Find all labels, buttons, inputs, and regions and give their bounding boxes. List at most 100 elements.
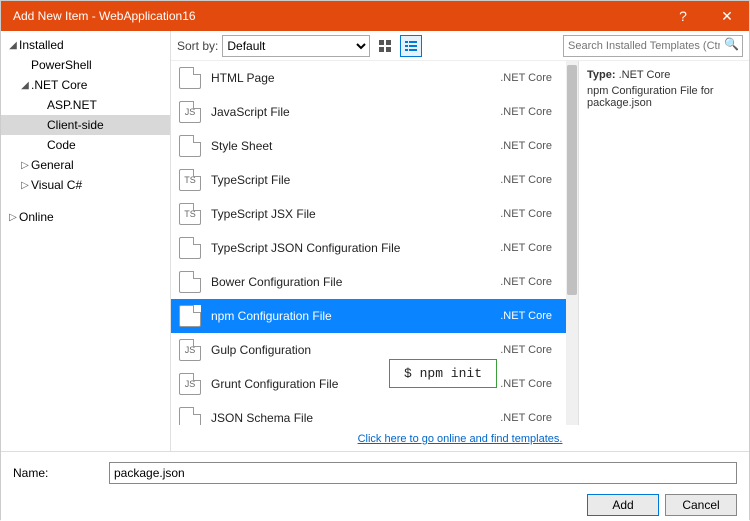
tree-node-label: ASP.NET	[47, 98, 97, 112]
file-icon: TS	[179, 203, 201, 225]
template-label: JavaScript File	[211, 105, 468, 119]
file-icon: TS	[179, 169, 201, 191]
tree-node-label: .NET Core	[31, 78, 87, 92]
tree-node-client-side[interactable]: Client-side	[1, 115, 170, 135]
tiles-icon	[378, 39, 392, 53]
chevron-down-icon[interactable]: ◢	[7, 40, 19, 51]
template-row[interactable]: JS Gulp Configuration.NET Core	[171, 333, 566, 367]
template-row[interactable]: HTML Page.NET Core	[171, 61, 566, 95]
name-input[interactable]	[109, 462, 737, 484]
tree-node-powershell[interactable]: PowerShell	[1, 55, 170, 75]
file-icon	[179, 305, 201, 327]
content-area: HTML Page.NET CoreJSJavaScript File.NET …	[171, 61, 749, 425]
template-category: .NET Core	[468, 106, 558, 118]
cancel-button[interactable]: Cancel	[665, 494, 737, 516]
close-button[interactable]: ✕	[705, 1, 749, 31]
template-label: TypeScript File	[211, 173, 468, 187]
window-title: Add New Item - WebApplication16	[13, 9, 661, 23]
template-category: .NET Core	[468, 242, 558, 254]
detail-type-line: Type: .NET Core	[587, 69, 741, 81]
scrollbar[interactable]	[566, 61, 578, 425]
chevron-right-icon[interactable]: ▷	[19, 160, 31, 171]
template-category: .NET Core	[468, 310, 558, 322]
tree-node-general[interactable]: ▷General	[1, 155, 170, 175]
template-category: .NET Core	[468, 344, 558, 356]
template-category: .NET Core	[468, 174, 558, 186]
list-icon	[404, 39, 418, 53]
hint-tooltip: $ npm init	[389, 359, 497, 388]
template-label: npm Configuration File	[211, 309, 468, 323]
template-category: .NET Core	[468, 276, 558, 288]
template-row[interactable]: npm Configuration File.NET Core	[171, 299, 566, 333]
main-area: ◢InstalledPowerShell◢.NET CoreASP.NETCli…	[1, 31, 749, 451]
online-templates-link[interactable]: Click here to go online and find templat…	[358, 433, 563, 445]
detail-description: npm Configuration File for package.json	[587, 85, 741, 109]
help-button[interactable]: ?	[661, 1, 705, 31]
add-button[interactable]: Add	[587, 494, 659, 516]
template-category: .NET Core	[468, 72, 558, 84]
center-pane: Sort by: Default 🔍 HTML Page.NET CoreJSJ…	[171, 31, 749, 451]
template-row[interactable]: Bower Configuration File.NET Core	[171, 265, 566, 299]
template-label: Bower Configuration File	[211, 275, 468, 289]
template-label: Gulp Configuration	[211, 343, 468, 357]
online-link-bar: Click here to go online and find templat…	[171, 425, 749, 451]
tree-node-online[interactable]: ▷Online	[1, 207, 170, 227]
name-label: Name:	[13, 466, 109, 480]
template-label: TypeScript JSON Configuration File	[211, 241, 468, 255]
template-category: .NET Core	[468, 140, 558, 152]
template-row[interactable]: JS JavaScript File.NET Core	[171, 95, 566, 129]
search-wrap: 🔍	[563, 35, 743, 57]
file-icon: JS	[179, 373, 201, 395]
tree-node-label: General	[31, 158, 74, 172]
file-icon: JS	[179, 101, 201, 123]
tree-node-asp-net[interactable]: ASP.NET	[1, 95, 170, 115]
template-row[interactable]: TS TypeScript File.NET Core	[171, 163, 566, 197]
tree-node--net-core[interactable]: ◢.NET Core	[1, 75, 170, 95]
name-row: Name:	[13, 462, 737, 484]
scrollbar-thumb[interactable]	[567, 65, 577, 295]
file-icon	[179, 237, 201, 259]
detail-pane: Type: .NET Core npm Configuration File f…	[579, 61, 749, 425]
template-row[interactable]: TypeScript JSON Configuration File.NET C…	[171, 231, 566, 265]
tree-node-code[interactable]: Code	[1, 135, 170, 155]
toolbar: Sort by: Default 🔍	[171, 31, 749, 61]
file-icon	[179, 135, 201, 157]
search-icon[interactable]: 🔍	[724, 37, 739, 51]
template-category: .NET Core	[468, 208, 558, 220]
chevron-right-icon[interactable]: ▷	[7, 212, 19, 223]
footer: Name: Add Cancel	[1, 451, 749, 521]
button-row: Add Cancel	[13, 494, 737, 516]
view-tiles-button[interactable]	[374, 35, 396, 57]
template-label: TypeScript JSX File	[211, 207, 468, 221]
file-icon	[179, 67, 201, 89]
view-list-button[interactable]	[400, 35, 422, 57]
file-icon	[179, 271, 201, 293]
tree-node-label: Online	[19, 210, 54, 224]
tree-node-label: Code	[47, 138, 76, 152]
tree-node-installed[interactable]: ◢Installed	[1, 35, 170, 55]
chevron-down-icon[interactable]: ◢	[19, 80, 31, 91]
sort-label: Sort by:	[177, 39, 218, 53]
template-row[interactable]: TS TypeScript JSX File.NET Core	[171, 197, 566, 231]
tree-node-label: PowerShell	[31, 58, 92, 72]
template-row[interactable]: Style Sheet.NET Core	[171, 129, 566, 163]
template-label: JSON Schema File	[211, 411, 468, 425]
file-icon	[179, 407, 201, 425]
tree-node-visual-c-[interactable]: ▷Visual C#	[1, 175, 170, 195]
file-icon: JS	[179, 339, 201, 361]
tree-node-label: Installed	[19, 38, 64, 52]
sort-dropdown[interactable]: Default	[222, 35, 370, 57]
template-category: .NET Core	[468, 412, 558, 424]
template-row[interactable]: JSGrunt Configuration File.NET Core	[171, 367, 566, 401]
title-bar: Add New Item - WebApplication16 ? ✕	[1, 1, 749, 31]
tree-node-label: Visual C#	[31, 178, 82, 192]
search-input[interactable]	[563, 35, 743, 57]
detail-type-value: .NET Core	[619, 69, 671, 81]
template-list[interactable]: HTML Page.NET CoreJSJavaScript File.NET …	[171, 61, 566, 425]
sidebar: ◢InstalledPowerShell◢.NET CoreASP.NETCli…	[1, 31, 171, 451]
detail-type-label: Type:	[587, 69, 616, 81]
template-row[interactable]: JSON Schema File.NET Core	[171, 401, 566, 425]
chevron-right-icon[interactable]: ▷	[19, 180, 31, 191]
template-label: Style Sheet	[211, 139, 468, 153]
template-list-wrap: HTML Page.NET CoreJSJavaScript File.NET …	[171, 61, 579, 425]
